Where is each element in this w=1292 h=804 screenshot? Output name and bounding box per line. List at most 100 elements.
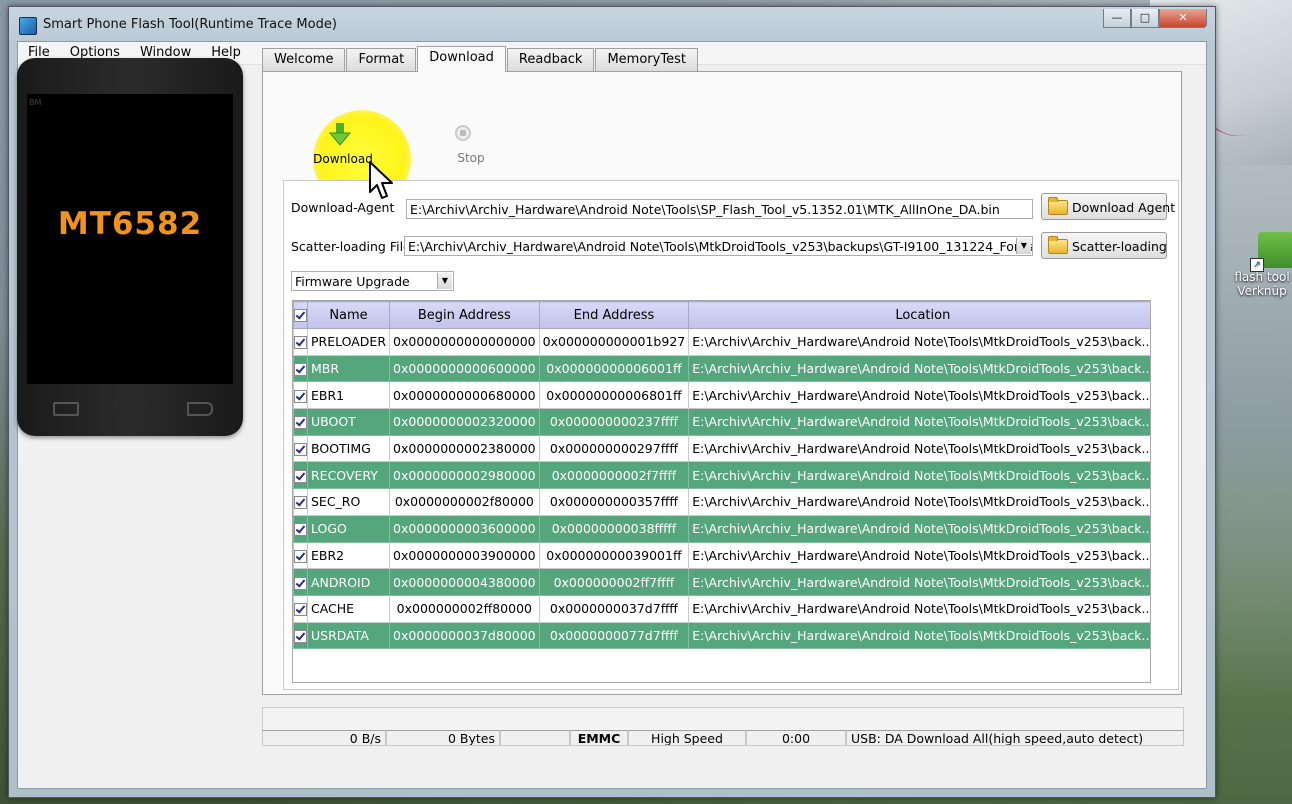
row-checkbox[interactable] [293, 594, 308, 623]
checkbox-icon[interactable] [294, 363, 307, 377]
cell-begin-address: 0x0000000002f80000 [389, 488, 540, 516]
checkbox-icon[interactable] [294, 523, 307, 537]
cell-location: E:\Archiv\Archiv_Hardware\Android Note\T… [688, 488, 1150, 516]
header-location[interactable]: Location [688, 301, 1150, 329]
header-select-all[interactable] [293, 301, 308, 329]
header-name[interactable]: Name [306, 301, 391, 329]
header-end-address[interactable]: End Address [538, 301, 690, 329]
checkbox-icon[interactable] [294, 496, 307, 510]
cell-name: USRDATA [306, 621, 391, 650]
download-button-label: Download [313, 152, 373, 166]
cell-location: E:\Archiv\Archiv_Hardware\Android Note\T… [688, 541, 1150, 570]
download-agent-label: Download-Agent [291, 200, 395, 215]
stop-button-label: Stop [457, 151, 485, 165]
cell-end-address: 0x000000002ff7ffff [538, 568, 690, 596]
checkbox-icon[interactable] [294, 443, 307, 457]
partition-table-grid: Name Begin Address End Address Location … [293, 301, 1150, 650]
maximize-icon[interactable]: □ [1131, 9, 1159, 28]
table-row[interactable]: ANDROID 0x0000000004380000 0x000000002ff7f… [293, 568, 1150, 596]
cell-begin-address: 0x0000000000000000 [389, 328, 540, 356]
row-checkbox[interactable] [293, 381, 308, 410]
table-row[interactable]: MBR 0x0000000000600000 0x00000000006001ff E… [293, 354, 1150, 383]
status-bar: 0 B/s 0 Bytes EMMC High Speed 0:00 USB: … [262, 730, 1184, 748]
mode-select-value: Firmware Upgrade [295, 274, 410, 289]
table-row[interactable]: RECOVERY 0x0000000002980000 0x0000000002f7… [293, 461, 1150, 490]
close-icon[interactable]: ✕ [1159, 9, 1207, 28]
desktop-shortcut-flash-tool[interactable]: ↗ flash tool Verknüp [1232, 232, 1292, 298]
table-row[interactable]: PRELOADER 0x0000000000000000 0x00000000000… [293, 328, 1150, 356]
tab-memorytest[interactable]: MemoryTest [595, 48, 698, 71]
row-checkbox[interactable] [293, 408, 308, 436]
cell-begin-address: 0x0000000002980000 [389, 461, 540, 490]
cell-end-address: 0x00000000006001ff [538, 354, 690, 383]
cell-name: SEC_RO [306, 488, 391, 516]
row-checkbox[interactable] [293, 514, 308, 543]
cell-begin-address: 0x0000000000680000 [389, 381, 540, 410]
status-storage: EMMC [570, 730, 628, 746]
download-button[interactable]: Download [313, 152, 373, 166]
cell-end-address: 0x000000000357ffff [538, 488, 690, 516]
status-usb-speed: High Speed [628, 730, 746, 746]
cell-location: E:\Archiv\Archiv_Hardware\Android Note\T… [688, 568, 1150, 596]
row-checkbox[interactable] [293, 461, 308, 490]
row-checkbox[interactable] [293, 328, 308, 356]
tab-welcome[interactable]: Welcome [262, 48, 346, 71]
table-row[interactable]: LOGO 0x0000000003600000 0x00000000038fffff… [293, 514, 1150, 543]
cell-begin-address: 0x0000000003600000 [389, 514, 540, 543]
row-checkbox[interactable] [293, 434, 308, 463]
chevron-down-icon[interactable]: ▼ [437, 273, 452, 289]
progress-strip [262, 707, 1184, 731]
table-row[interactable]: CACHE 0x000000002ff80000 0x0000000037d7fff… [293, 594, 1150, 623]
checkbox-icon[interactable] [294, 389, 307, 403]
download-agent-field[interactable]: E:\Archiv\Archiv_Hardware\Android Note\T… [406, 199, 1033, 219]
cell-name: ANDROID [306, 568, 391, 596]
row-checkbox[interactable] [293, 568, 308, 596]
checkbox-icon[interactable] [294, 416, 307, 430]
table-row[interactable]: BOOTIMG 0x0000000002380000 0x000000000297f… [293, 434, 1150, 463]
minimize-icon[interactable]: — [1103, 9, 1131, 28]
checkbox-icon[interactable] [294, 308, 307, 322]
cell-location: E:\Archiv\Archiv_Hardware\Android Note\T… [688, 354, 1150, 383]
folder-icon [1048, 197, 1068, 215]
row-checkbox[interactable] [293, 621, 308, 650]
table-row[interactable]: UBOOT 0x0000000002320000 0x000000000237fff… [293, 408, 1150, 436]
checkbox-icon[interactable] [294, 576, 307, 590]
scatter-loading-button[interactable]: Scatter-loading [1041, 232, 1167, 259]
table-row[interactable]: SEC_RO 0x0000000002f80000 0x000000000357ff… [293, 488, 1150, 516]
tab-readback[interactable]: Readback [506, 48, 595, 71]
folder-icon [1048, 236, 1068, 254]
row-checkbox[interactable] [293, 541, 308, 570]
cell-end-address: 0x000000000237ffff [538, 408, 690, 436]
chevron-down-icon[interactable]: ▼ [1016, 238, 1031, 254]
checkbox-icon[interactable] [294, 603, 307, 617]
table-row[interactable]: EBR2 0x0000000003900000 0x00000000039001ff… [293, 541, 1150, 570]
tab-format[interactable]: Format [346, 48, 417, 71]
stop-button[interactable]: Stop [446, 151, 496, 165]
row-checkbox[interactable] [293, 354, 308, 383]
title-bar[interactable]: Smart Phone Flash Tool(Runtime Trace Mod… [9, 7, 1215, 43]
cell-end-address: 0x000000000297ffff [538, 434, 690, 463]
mode-select[interactable]: Firmware Upgrade ▼ [291, 271, 454, 291]
app-icon [19, 17, 37, 35]
header-begin-address[interactable]: Begin Address [389, 301, 540, 329]
scatter-file-combo[interactable]: E:\Archiv\Archiv_Hardware\Android Note\T… [404, 236, 1033, 256]
checkbox-icon[interactable] [294, 336, 307, 350]
tab-download[interactable]: Download [417, 46, 506, 72]
home-key-icon [114, 398, 148, 412]
table-row[interactable]: USRDATA 0x0000000037d80000 0x0000000077d7f… [293, 621, 1150, 650]
desktop-shortcut-label-1: flash tool [1234, 270, 1290, 284]
cell-location: E:\Archiv\Archiv_Hardware\Android Note\T… [688, 461, 1150, 490]
download-agent-button[interactable]: Download Agent [1041, 193, 1175, 220]
desktop-shortcut-label-2: Verknüp [1237, 284, 1287, 298]
checkbox-icon[interactable] [294, 629, 307, 643]
checkbox-icon[interactable] [294, 469, 307, 483]
table-header-row: Name Begin Address End Address Location [293, 301, 1150, 329]
cell-name: PRELOADER [306, 328, 391, 356]
cell-begin-address: 0x0000000003900000 [389, 541, 540, 570]
checkbox-icon[interactable] [294, 549, 307, 563]
cell-end-address: 0x000000000001b927 [538, 328, 690, 356]
table-row[interactable]: EBR1 0x0000000000680000 0x00000000006801ff… [293, 381, 1150, 410]
cell-begin-address: 0x0000000000600000 [389, 354, 540, 383]
row-checkbox[interactable] [293, 488, 308, 516]
back-key-icon [187, 402, 213, 416]
